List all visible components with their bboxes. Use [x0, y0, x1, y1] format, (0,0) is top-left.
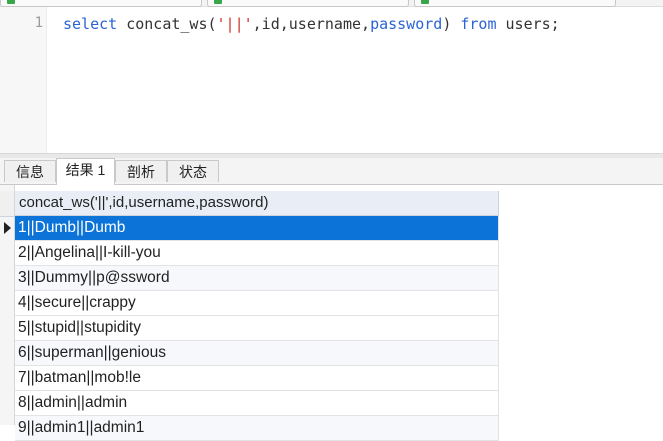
line-number: 1	[34, 15, 43, 31]
query-tab-2[interactable]	[207, 0, 409, 7]
keyword-select: select	[63, 15, 118, 33]
table-row[interactable]: 2||Angelina||I-kill-you	[15, 241, 499, 266]
query-tab-1[interactable]	[0, 0, 202, 7]
result-grid[interactable]: concat_ws('||',id,username,password) 1||…	[0, 185, 663, 441]
function-close: )	[442, 15, 452, 33]
row-header-column	[0, 185, 15, 425]
table-row[interactable]: 1||Dumb||Dumb	[15, 216, 499, 241]
current-row-arrow-icon	[4, 222, 11, 234]
sql-editor[interactable]: 1 select concat_ws('||',id,username,pass…	[0, 7, 663, 153]
table-row[interactable]: 7||batman||mob!le	[15, 366, 499, 391]
tab-result-1[interactable]: 结果 1	[56, 158, 115, 185]
tab-profile[interactable]: 剖析	[115, 160, 167, 182]
tab-status[interactable]: 状态	[167, 160, 219, 182]
table-row[interactable]: 9||admin1||admin1	[15, 416, 499, 441]
line-gutter: 1	[0, 7, 47, 153]
function-name: concat_ws(	[126, 15, 217, 33]
column-header[interactable]: concat_ws('||',id,username,password)	[15, 191, 499, 216]
table-row[interactable]: 4||secure||crappy	[15, 291, 499, 316]
query-icon	[214, 0, 222, 4]
table-row[interactable]: 8||admin||admin	[15, 391, 499, 416]
result-tabs: 信息 结果 1 剖析 状态	[0, 158, 663, 185]
code-line[interactable]: select concat_ws('||',id,username,passwo…	[63, 15, 560, 33]
table-row[interactable]: 6||superman||genious	[15, 341, 499, 366]
top-toolbar-strip	[0, 0, 663, 7]
tab-info[interactable]: 信息	[4, 160, 56, 182]
separator-string: '||'	[216, 15, 253, 33]
function-args: ,id,username,	[252, 15, 371, 33]
keyword-password: password	[370, 15, 443, 33]
grid-corner	[0, 191, 14, 217]
query-tab-3[interactable]	[414, 0, 616, 7]
table-row[interactable]: 3||Dummy||p@ssword	[15, 266, 499, 291]
table-row[interactable]: 5||stupid||stupidity	[15, 316, 499, 341]
query-icon	[7, 0, 15, 4]
table-name: users;	[505, 15, 560, 33]
keyword-from: from	[460, 15, 497, 33]
query-icon	[421, 0, 429, 4]
